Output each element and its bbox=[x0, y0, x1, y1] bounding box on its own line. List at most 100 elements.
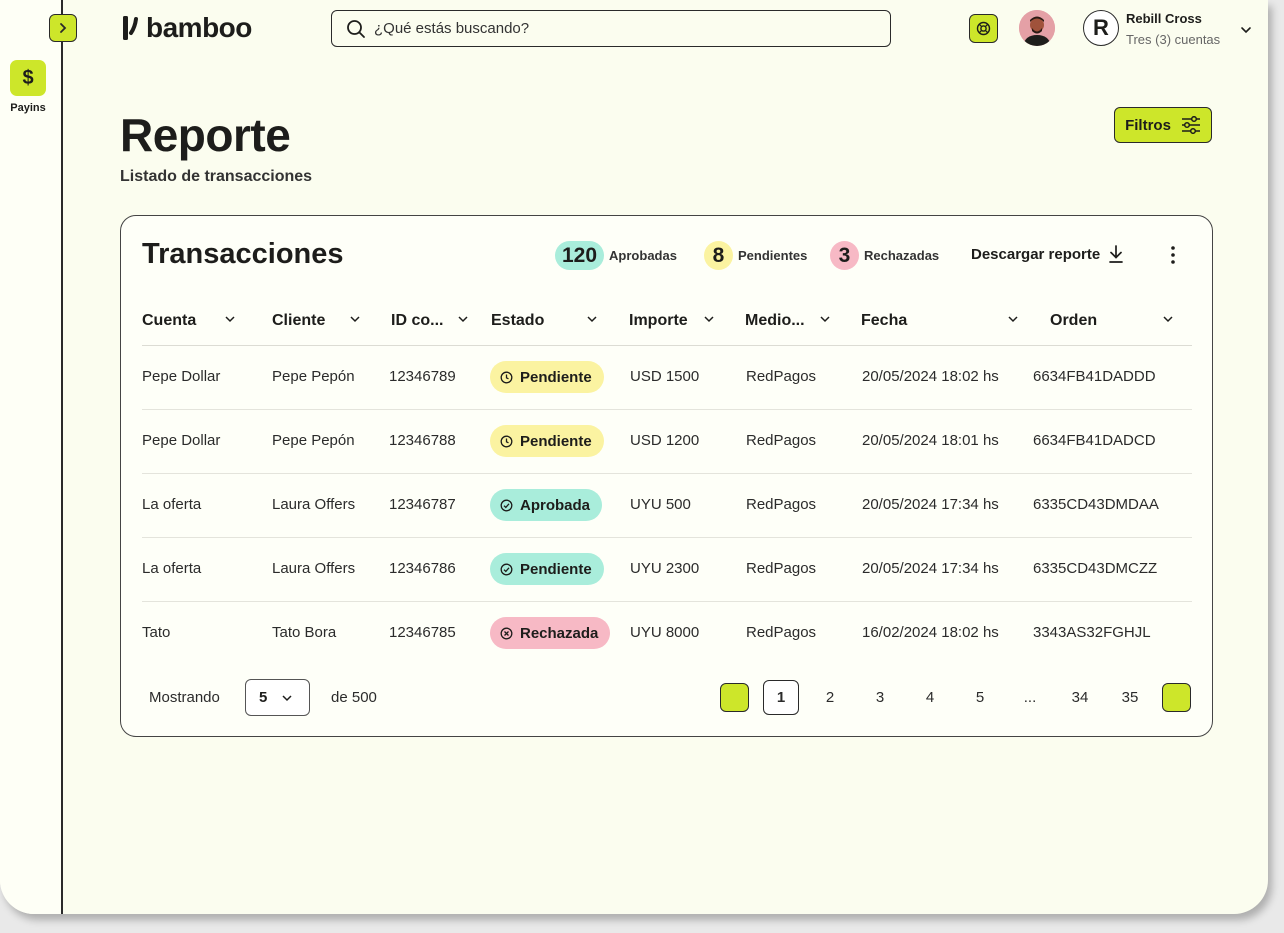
check-circle-icon bbox=[500, 499, 513, 511]
cell-orden: 6335CD43DMDAA bbox=[1033, 496, 1159, 513]
table-row[interactable]: Pepe Dollar Pepe Pepón 12346788 Pendient… bbox=[142, 410, 1192, 474]
cell-cuenta: La oferta bbox=[142, 560, 202, 577]
cell-fecha: 20/05/2024 18:02 hs bbox=[862, 368, 999, 385]
column-label: Cliente bbox=[272, 312, 326, 329]
column-label: Estado bbox=[491, 312, 545, 329]
cell-cliente: Laura Offers bbox=[272, 496, 356, 513]
status-badge: Pendiente bbox=[490, 425, 604, 457]
cell-medio: RedPagos bbox=[746, 368, 817, 385]
avatar[interactable] bbox=[1019, 10, 1055, 46]
more-options-button[interactable] bbox=[1166, 245, 1180, 270]
column-label: Orden bbox=[1050, 312, 1098, 329]
next-page-button[interactable] bbox=[1162, 683, 1191, 712]
sliders-icon bbox=[1181, 116, 1200, 134]
sort-chevron-icon bbox=[350, 316, 360, 323]
column-medio[interactable]: Medio... bbox=[745, 312, 830, 330]
cell-medio: RedPagos bbox=[746, 624, 817, 641]
sort-chevron-icon bbox=[704, 316, 714, 323]
column-fecha[interactable]: Fecha bbox=[861, 312, 1018, 330]
logo[interactable]: bamboo bbox=[122, 12, 252, 44]
cell-cuenta: Pepe Dollar bbox=[142, 432, 221, 449]
page-button[interactable]: 35 bbox=[1112, 680, 1148, 715]
status-label: Pendiente bbox=[520, 368, 592, 386]
stat-rejected: 3 Rechazadas bbox=[830, 241, 939, 270]
sidebar-expand-button[interactable] bbox=[49, 14, 77, 42]
cell-id: 12346789 bbox=[389, 368, 456, 385]
cell-importe: UYU 2300 bbox=[630, 560, 700, 577]
page-subtitle: Listado de transacciones bbox=[120, 168, 313, 185]
page-button[interactable]: 3 bbox=[862, 680, 898, 715]
column-estado[interactable]: Estado bbox=[491, 312, 597, 330]
table-header: Cuenta Cliente ID co... Estado Importe M… bbox=[142, 306, 1192, 346]
stat-approved: 120 Aprobadas bbox=[555, 241, 677, 270]
stat-approved-count: 120 bbox=[555, 241, 605, 270]
column-importe[interactable]: Importe bbox=[629, 312, 714, 330]
stat-approved-label: Aprobadas bbox=[609, 248, 677, 263]
account-menu-toggle[interactable] bbox=[1240, 22, 1252, 40]
cell-orden: 3343AS32FGHJL bbox=[1033, 624, 1151, 641]
page-button[interactable]: 4 bbox=[912, 680, 948, 715]
help-button[interactable] bbox=[969, 14, 998, 43]
status-badge: Pendiente bbox=[490, 361, 604, 393]
cell-medio: RedPagos bbox=[746, 496, 817, 513]
cell-cliente: Pepe Pepón bbox=[272, 368, 355, 385]
column-label: Medio... bbox=[745, 312, 805, 329]
user-accounts: Tres (3) cuentas bbox=[1126, 32, 1221, 47]
search-bar[interactable] bbox=[331, 10, 891, 47]
cell-cuenta: Pepe Dollar bbox=[142, 368, 221, 385]
cell-orden: 6634FB41DADDD bbox=[1033, 368, 1156, 385]
more-vertical-icon bbox=[1171, 246, 1175, 264]
user-photo-icon bbox=[1019, 10, 1055, 46]
account-initial[interactable]: R bbox=[1083, 10, 1119, 46]
search-icon bbox=[347, 19, 365, 38]
page-title: Reporte bbox=[120, 109, 291, 161]
filters-button[interactable]: Filtros bbox=[1114, 107, 1212, 143]
download-report-button[interactable]: Descargar reporte bbox=[971, 245, 1124, 263]
clock-icon bbox=[500, 371, 513, 383]
check-circle-icon bbox=[500, 563, 513, 575]
search-input[interactable] bbox=[374, 20, 854, 37]
table-row[interactable]: La oferta Laura Offers 12346786 Pendient… bbox=[142, 538, 1192, 602]
download-report-label: Descargar reporte bbox=[971, 245, 1101, 263]
cell-cliente: Tato Bora bbox=[272, 624, 337, 641]
status-label: Aprobada bbox=[520, 496, 591, 514]
table-row[interactable]: Tato Tato Bora 12346785 Rechazada UYU 80… bbox=[142, 602, 1192, 666]
cell-orden: 6634FB41DADCD bbox=[1033, 432, 1156, 449]
stat-pending: 8 Pendientes bbox=[704, 241, 807, 270]
cell-id: 12346785 bbox=[389, 624, 456, 641]
page-size-select[interactable]: 5 bbox=[245, 679, 310, 716]
cell-cuenta: Tato bbox=[142, 624, 171, 641]
table-row[interactable]: Pepe Dollar Pepe Pepón 12346789 Pendient… bbox=[142, 346, 1192, 410]
column-id[interactable]: ID co... bbox=[391, 312, 468, 330]
filters-label: Filtros bbox=[1125, 116, 1171, 134]
sidebar-item-payins[interactable]: $ Payins bbox=[0, 60, 56, 114]
status-label: Rechazada bbox=[520, 624, 599, 642]
app-window: $ Payins bamboo ¿Qué estás buscando? R R… bbox=[0, 0, 1268, 914]
sidebar: $ Payins bbox=[0, 0, 63, 914]
column-label: Fecha bbox=[861, 312, 908, 329]
cell-importe: USD 1200 bbox=[630, 432, 700, 449]
previous-page-button[interactable] bbox=[720, 683, 749, 712]
table-row[interactable]: La oferta Laura Offers 12346787 Aprobada… bbox=[142, 474, 1192, 538]
page-ellipsis: ... bbox=[1023, 689, 1037, 706]
sort-chevron-icon bbox=[225, 316, 235, 323]
column-label: Cuenta bbox=[142, 312, 197, 329]
page-button[interactable]: 2 bbox=[812, 680, 848, 715]
lifebuoy-icon bbox=[976, 21, 991, 36]
column-cliente[interactable]: Cliente bbox=[272, 312, 360, 330]
stat-rejected-label: Rechazadas bbox=[864, 248, 940, 263]
page-button[interactable]: 34 bbox=[1062, 680, 1098, 715]
column-cuenta[interactable]: Cuenta bbox=[142, 312, 235, 330]
page-button[interactable]: 5 bbox=[962, 680, 998, 715]
sort-chevron-icon bbox=[820, 316, 830, 323]
chevron-down-icon bbox=[282, 694, 292, 701]
total-label: de 500 bbox=[331, 689, 377, 706]
cell-importe: UYU 8000 bbox=[630, 624, 700, 641]
chevron-right-icon bbox=[60, 23, 67, 33]
column-orden[interactable]: Orden bbox=[1050, 312, 1173, 330]
x-circle-icon bbox=[500, 627, 513, 639]
sort-chevron-icon bbox=[458, 316, 468, 323]
status-badge: Pendiente bbox=[490, 553, 604, 585]
cell-orden: 6335CD43DMCZZ bbox=[1033, 560, 1158, 577]
page-button[interactable]: 1 bbox=[763, 680, 799, 715]
